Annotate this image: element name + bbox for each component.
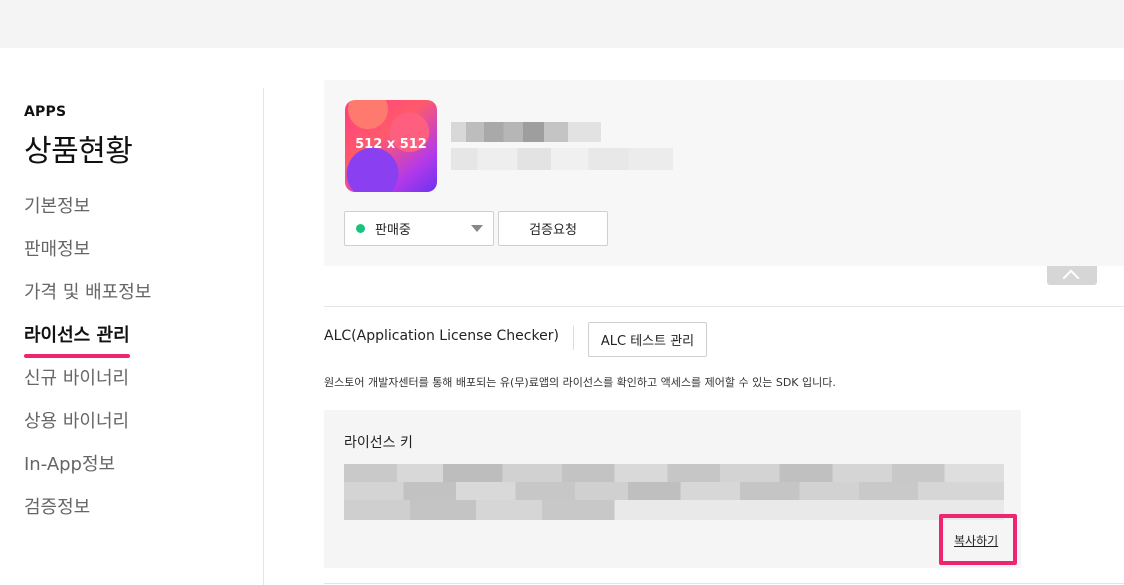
sidebar-item-price-distribution[interactable]: 가격 및 배포정보 — [24, 276, 151, 319]
sidebar-item-verification-info[interactable]: 검증정보 — [24, 491, 151, 534]
page-title: 상품현황 — [24, 134, 133, 169]
active-indicator — [24, 354, 130, 358]
sidebar-item-label: 기본정보 — [24, 196, 91, 217]
sidebar-item-in-app-info[interactable]: In-App정보 — [24, 448, 151, 491]
sidebar-item-label: In-App정보 — [24, 454, 116, 475]
app-name-redacted — [451, 122, 601, 142]
sidebar-item-label: 라이선스 관리 — [24, 325, 130, 346]
sidebar-item-commercial-binary[interactable]: 상용 바이너리 — [24, 405, 151, 448]
alc-test-manage-button[interactable]: ALC 테스트 관리 — [588, 322, 707, 357]
sidebar-item-label: 신규 바이너리 — [24, 368, 130, 389]
license-key-value-redacted — [344, 464, 1004, 520]
verify-request-button[interactable]: 검증요청 — [498, 211, 608, 246]
section-kicker: APPS — [24, 104, 67, 120]
app-icon-label: 512 x 512 — [355, 137, 427, 152]
sidebar-item-basic-info[interactable]: 기본정보 — [24, 190, 151, 233]
sidebar-item-label: 가격 및 배포정보 — [24, 282, 152, 303]
license-key-label: 라이선스 키 — [344, 435, 413, 451]
sidebar-nav: 기본정보 판매정보 가격 및 배포정보 라이선스 관리 신규 바이너리 상용 바… — [24, 190, 151, 534]
app-summary-card: 512 x 512 판매중 검증요청 — [324, 80, 1124, 266]
sidebar-item-label: 검증정보 — [24, 497, 91, 518]
license-key-box: 라이선스 키 복사하기 — [324, 410, 1021, 568]
vertical-divider — [573, 326, 574, 350]
sidebar-item-new-binary[interactable]: 신규 바이너리 — [24, 362, 151, 405]
divider — [324, 583, 1124, 584]
copy-button[interactable]: 복사하기 — [954, 532, 998, 549]
top-bar — [0, 0, 1124, 48]
status-dot-icon — [356, 224, 365, 233]
sidebar-item-sales-info[interactable]: 판매정보 — [24, 233, 151, 276]
alc-section-title: ALC(Application License Checker) — [324, 328, 559, 344]
app-icon: 512 x 512 — [345, 100, 437, 192]
alc-description: 원스토어 개발자센터를 통해 배포되는 유(무)료앱의 라이선스를 확인하고 액… — [324, 376, 836, 389]
chevron-up-icon — [1062, 269, 1080, 287]
sidebar-item-label: 판매정보 — [24, 239, 91, 260]
sidebar-item-label: 상용 바이너리 — [24, 411, 130, 432]
collapse-toggle-button[interactable] — [1047, 266, 1097, 287]
sales-status-value: 판매중 — [375, 223, 411, 238]
sales-status-select[interactable]: 판매중 — [344, 211, 494, 246]
chevron-down-icon — [471, 225, 483, 232]
sidebar-item-license-management[interactable]: 라이선스 관리 — [24, 319, 151, 362]
app-subtitle-redacted — [451, 148, 673, 170]
divider — [324, 306, 1124, 307]
